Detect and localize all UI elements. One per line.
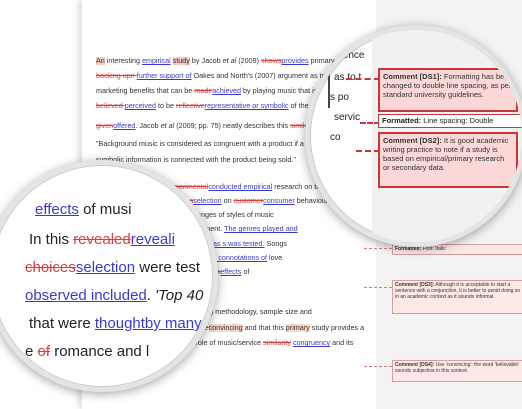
comment-formatted[interactable]: Formatted: Line spacing: Double: [378, 114, 522, 128]
comment-connector: [346, 78, 380, 80]
text-run: (2009): [236, 57, 262, 65]
comment-connector: [364, 248, 392, 249]
text-run: study: [172, 57, 190, 65]
text-run: observed included: [25, 287, 147, 304]
text-run: et al: [222, 57, 237, 65]
text-run: believed: [96, 102, 125, 110]
text-run: ranges of styles of music: [192, 211, 274, 219]
comment-body: Line spacing: Double: [423, 116, 494, 125]
magnified-line: e of romance and l: [25, 343, 149, 361]
text-run: e: [25, 343, 38, 360]
text-run: on: [221, 197, 234, 205]
magnifier-right: vidence as to ts po servic co Comment [DS1]…: [305, 25, 522, 247]
magnified-line: that were thoughtby many: [29, 315, 202, 333]
text-run: et al: [160, 122, 175, 130]
margin-comment-ds4[interactable]: Comment [DS4]: Use 'convincing'; the wor…: [392, 360, 522, 382]
comment-title: Formatted:: [382, 116, 422, 125]
text-run: . Jacob: [135, 122, 161, 130]
magnified-line: In this revealedreveali: [29, 231, 175, 249]
text-run: convincing: [208, 324, 243, 332]
text-run: .: [146, 287, 156, 304]
comment-title: Comment [DS2]:: [383, 136, 442, 145]
margin-comment-ds3[interactable]: Comment [DS3]: Although it is acceptable…: [392, 280, 522, 314]
comment-connector: [360, 122, 380, 124]
text-run: reflective: [175, 102, 205, 110]
text-run: In this: [29, 231, 74, 248]
text-run: study provides a: [309, 324, 365, 332]
text-run: thoughtby many: [94, 315, 202, 332]
text-run: by Jacob: [189, 57, 223, 65]
comment-body: Font: Italic: [422, 246, 446, 252]
text-run: effects: [220, 268, 242, 276]
text-run: perceived: [124, 102, 156, 110]
magnified-line: effects of musi: [35, 201, 131, 219]
text-run: An: [96, 57, 105, 65]
text-run: empirical: [141, 57, 171, 65]
text-run: marketing benefits that can be: [96, 87, 195, 95]
text-run: backing upn: [96, 72, 137, 80]
text-run: offered: [113, 122, 136, 130]
comment-ds1[interactable]: Comment [DS1]: Formatting has been chang…: [378, 68, 518, 112]
comment-ds2[interactable]: Comment [DS2]: It is good academic writi…: [378, 132, 518, 188]
text-run: effects: [35, 201, 79, 218]
text-run: choices: [25, 259, 76, 276]
text-run: revealed: [73, 231, 131, 248]
text-run: congruency: [292, 339, 331, 347]
magnified-line: s po: [330, 92, 349, 103]
text-run: Oakes and North's (2007) argument as to: [191, 72, 326, 80]
text-run: love: [267, 254, 283, 262]
comment-title: Comment [DS1]:: [383, 72, 442, 81]
text-run: interesting: [104, 57, 142, 65]
text-run: and that this: [242, 324, 286, 332]
magnified-line: co: [330, 132, 341, 143]
text-run: selection: [193, 197, 222, 205]
text-run: of: [37, 343, 51, 360]
magnified-line: servic: [334, 112, 361, 123]
text-run: achieved: [212, 87, 242, 95]
text-run: (2009; pp. 75) neatly describes this: [174, 122, 291, 130]
comment-connector: [364, 366, 392, 367]
text-run: "Background music is considered as congr…: [96, 140, 320, 148]
text-run: conducted empirical: [208, 183, 273, 191]
text-run: further support of: [136, 72, 192, 80]
text-run: made: [194, 87, 213, 95]
text-run: Songs: [264, 240, 287, 248]
text-run: were test: [135, 259, 201, 276]
text-run: romance and l: [50, 343, 150, 360]
comment-connector: [356, 150, 380, 152]
text-run: customer: [233, 197, 264, 205]
magnified-line: vidence: [330, 50, 365, 61]
text-run: to be: [155, 102, 176, 110]
text-run: representative or symbolic: [204, 102, 289, 110]
text-run: shows: [261, 57, 282, 65]
text-run: primary: [285, 324, 310, 332]
text-run: given: [96, 122, 114, 130]
magnified-line: observed included. 'Top 40: [25, 287, 203, 305]
text-run: provides: [281, 57, 309, 65]
text-run: reveali: [130, 231, 175, 248]
text-run: of musi: [78, 201, 132, 218]
text-run: that were: [29, 315, 95, 332]
text-run: 'Top 40: [155, 287, 204, 304]
magnified-line: choicesselection were test: [25, 259, 200, 277]
text-run: similarity: [263, 339, 291, 347]
text-run: and its: [330, 339, 354, 347]
text-run: selection: [75, 259, 136, 276]
text-run: of: [241, 268, 250, 276]
text-run: The genres played and: [224, 225, 298, 233]
comment-connector: [364, 287, 392, 288]
text-run: consumer: [263, 197, 295, 205]
